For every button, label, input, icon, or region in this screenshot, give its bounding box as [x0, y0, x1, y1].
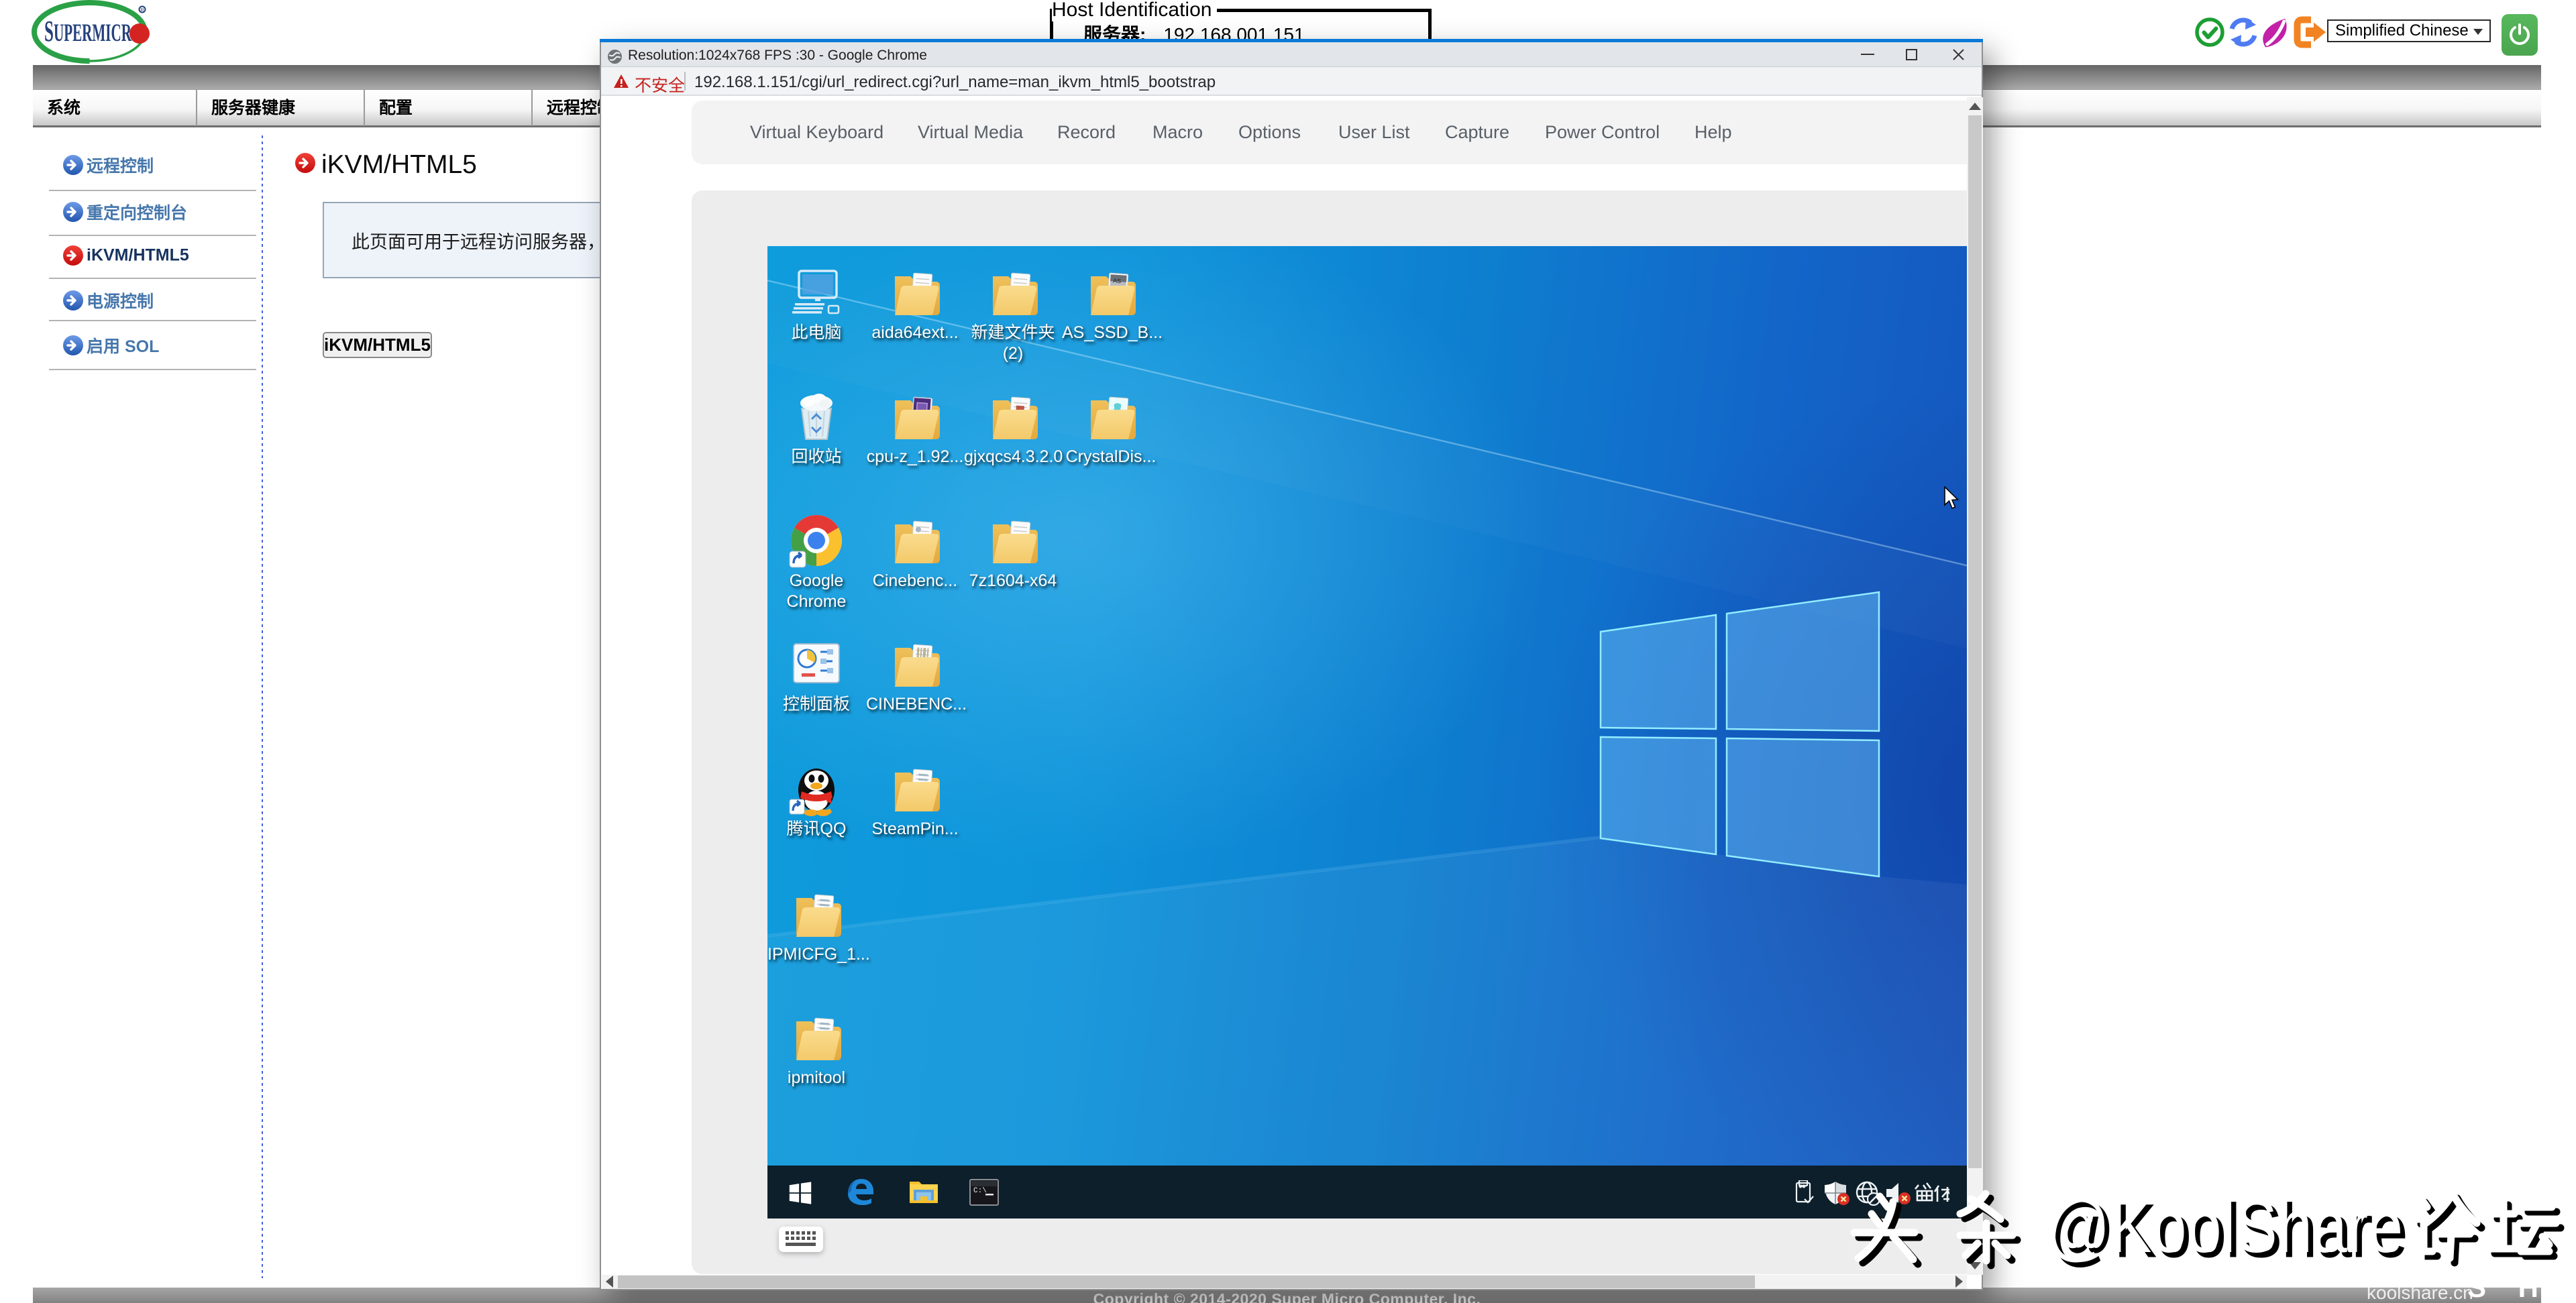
svg-text:@KoolShare: @KoolShare [2046, 1184, 2403, 1268]
svg-text:C:\: C:\ [973, 1187, 987, 1195]
svg-text:AS: AS [1113, 277, 1122, 284]
svg-text:SUPERMICR: SUPERMICR [44, 15, 132, 48]
svg-text:R: R [141, 8, 144, 13]
